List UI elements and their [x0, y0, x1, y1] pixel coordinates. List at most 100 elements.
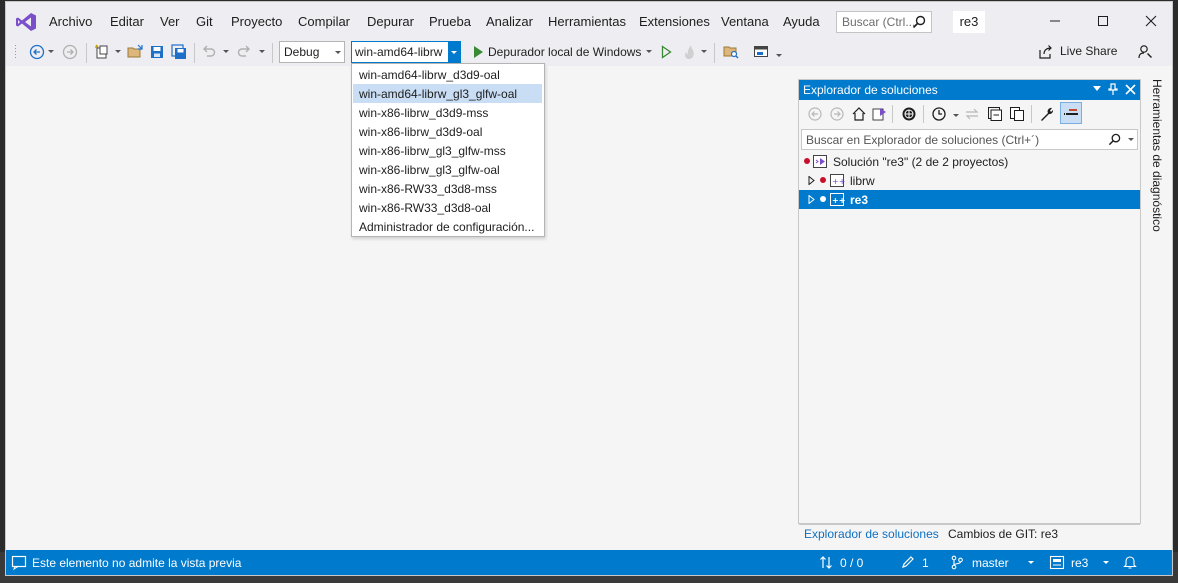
branch-caret-icon[interactable]: [1028, 561, 1034, 564]
maximize-icon[interactable]: [1094, 12, 1112, 30]
solution-icon: [813, 155, 827, 168]
new-project-icon[interactable]: [94, 44, 110, 60]
minimize-icon[interactable]: [1046, 12, 1064, 30]
properties-wrench-icon[interactable]: [1039, 106, 1055, 122]
feedback-icon[interactable]: [1137, 44, 1153, 60]
project-name-badge[interactable]: re3: [953, 11, 985, 33]
notifications-bell-icon[interactable]: [1123, 554, 1137, 570]
solution-platform-select[interactable]: win-amd64-librw: [351, 41, 461, 63]
solution-explorer-search-input[interactable]: Buscar en Explorador de soluciones (Ctrl…: [801, 129, 1138, 150]
menu-proyecto[interactable]: Proyecto: [231, 14, 282, 29]
menu-editar[interactable]: Editar: [110, 14, 144, 29]
start-debugging-icon[interactable]: [470, 44, 486, 60]
solution-explorer-panel: Explorador de soluciones Buscar en Explo…: [798, 79, 1141, 541]
open-folder-icon[interactable]: [127, 44, 143, 60]
platform-option[interactable]: win-amd64-librw_d3d9-oal: [353, 65, 542, 84]
platform-option[interactable]: win-x86-librw_d3d9-oal: [353, 122, 542, 141]
navigate-back-icon[interactable]: [29, 44, 45, 60]
solution-configuration-select[interactable]: Debug: [279, 41, 345, 63]
tree-project-re3[interactable]: ++ re3: [799, 190, 1140, 209]
pin-icon[interactable]: [1108, 83, 1118, 96]
platform-option[interactable]: win-x86-RW33_d3d8-oal: [353, 198, 542, 217]
menu-ver[interactable]: Ver: [160, 14, 180, 29]
live-share-button[interactable]: Live Share: [1060, 44, 1117, 58]
menu-depurar[interactable]: Depurar: [367, 14, 414, 29]
find-in-files-icon[interactable]: [723, 44, 739, 60]
expand-arrow-icon[interactable]: [808, 195, 815, 204]
repository-icon[interactable]: [1049, 555, 1065, 570]
panel-menu-caret-icon[interactable]: [1093, 86, 1101, 92]
search-icon: [912, 15, 926, 29]
expand-arrow-icon[interactable]: [808, 176, 815, 185]
toolbar-separator: [892, 105, 893, 123]
hot-reload-icon[interactable]: [681, 44, 697, 60]
search-input[interactable]: Buscar (Ctrl...: [836, 11, 932, 33]
filter-dropdown-caret-icon[interactable]: [953, 114, 959, 117]
preview-selected-items-button[interactable]: [1060, 102, 1082, 124]
toolbar-options-caret-icon[interactable]: [776, 54, 782, 57]
sync-with-active-document-icon[interactable]: [964, 106, 980, 122]
navigate-forward-icon[interactable]: [62, 44, 78, 60]
start-debugger-button[interactable]: Depurador local de Windows: [488, 45, 641, 59]
menu-ayuda[interactable]: Ayuda: [783, 14, 820, 29]
repository-name[interactable]: re3: [1071, 556, 1088, 570]
menu-analizar[interactable]: Analizar: [486, 14, 533, 29]
preview-icon: [1064, 109, 1078, 115]
platform-option[interactable]: win-x86-librw_gl3_glfw-mss: [353, 141, 542, 160]
close-panel-icon[interactable]: [1125, 84, 1136, 95]
pending-changes-filter-icon[interactable]: [931, 106, 947, 122]
collapse-all-icon[interactable]: [987, 106, 1003, 122]
git-branch-icon[interactable]: [950, 555, 964, 570]
new-project-dropdown-caret-icon[interactable]: [115, 50, 121, 53]
pencil-icon[interactable]: [901, 555, 915, 569]
home-icon[interactable]: [851, 106, 867, 122]
tab-git-changes[interactable]: Cambios de GIT: re3: [948, 527, 1058, 541]
status-message: Este elemento no admite la vista previa: [32, 556, 242, 570]
platform-option-selected[interactable]: win-amd64-librw_gl3_glfw-oal: [353, 84, 542, 103]
search-options-caret-icon[interactable]: [1128, 138, 1134, 141]
git-branch-name[interactable]: master: [972, 556, 1009, 570]
toolbar-grip-icon[interactable]: [14, 44, 18, 60]
start-without-debugging-icon[interactable]: [658, 44, 674, 60]
configuration-manager-option[interactable]: Administrador de configuración...: [353, 217, 542, 236]
menu-compilar[interactable]: Compilar: [298, 14, 350, 29]
tree-project-librw[interactable]: ++ librw: [799, 171, 1140, 190]
platform-option[interactable]: win-x86-librw_d3d9-mss: [353, 103, 542, 122]
redo-icon[interactable]: [236, 44, 252, 60]
diagnostic-tools-side-tab[interactable]: Herramientas de diagnóstico: [1145, 79, 1169, 319]
debugger-dropdown-caret-icon[interactable]: [646, 50, 652, 53]
back-dropdown-caret-icon[interactable]: [48, 50, 54, 53]
output-message-icon[interactable]: [11, 555, 27, 570]
menu-ventana[interactable]: Ventana: [721, 14, 769, 29]
menu-archivo[interactable]: Archivo: [49, 14, 92, 29]
git-sync-count[interactable]: 0 / 0: [840, 556, 863, 570]
live-share-icon[interactable]: [1038, 44, 1054, 60]
tab-solution-explorer[interactable]: Explorador de soluciones: [804, 527, 939, 541]
hot-reload-dropdown-caret-icon[interactable]: [701, 50, 707, 53]
show-all-files-icon[interactable]: [1009, 106, 1025, 122]
undo-icon[interactable]: [201, 44, 217, 60]
redo-dropdown-caret-icon[interactable]: [259, 50, 265, 53]
save-icon[interactable]: [149, 44, 165, 60]
menu-prueba[interactable]: Prueba: [429, 14, 471, 29]
platform-dropdown-list: win-amd64-librw_d3d9-oal win-amd64-librw…: [351, 63, 545, 237]
save-all-icon[interactable]: [171, 44, 187, 60]
se-back-icon[interactable]: [807, 106, 823, 122]
undo-dropdown-caret-icon[interactable]: [223, 50, 229, 53]
close-icon[interactable]: [1142, 12, 1160, 30]
menu-git[interactable]: Git: [196, 14, 213, 29]
se-forward-icon[interactable]: [829, 106, 845, 122]
platform-option[interactable]: win-x86-RW33_d3d8-mss: [353, 179, 542, 198]
sync-arrows-icon[interactable]: [819, 555, 833, 570]
platform-option[interactable]: win-x86-librw_gl3_glfw-oal: [353, 160, 542, 179]
tree-solution-node[interactable]: Solución "re3" (2 de 2 proyectos): [799, 152, 1140, 171]
window-layout-icon[interactable]: [753, 44, 769, 60]
platform-dropdown-button[interactable]: [448, 42, 460, 62]
git-changes-filter-icon[interactable]: [901, 106, 917, 122]
menu-herramientas[interactable]: Herramientas: [548, 14, 626, 29]
menu-extensiones[interactable]: Extensiones: [639, 14, 710, 29]
switch-views-icon[interactable]: [871, 106, 887, 122]
pending-edits-count[interactable]: 1: [922, 556, 929, 570]
repository-caret-icon[interactable]: [1103, 561, 1109, 564]
visual-studio-logo-icon[interactable]: [15, 11, 37, 33]
